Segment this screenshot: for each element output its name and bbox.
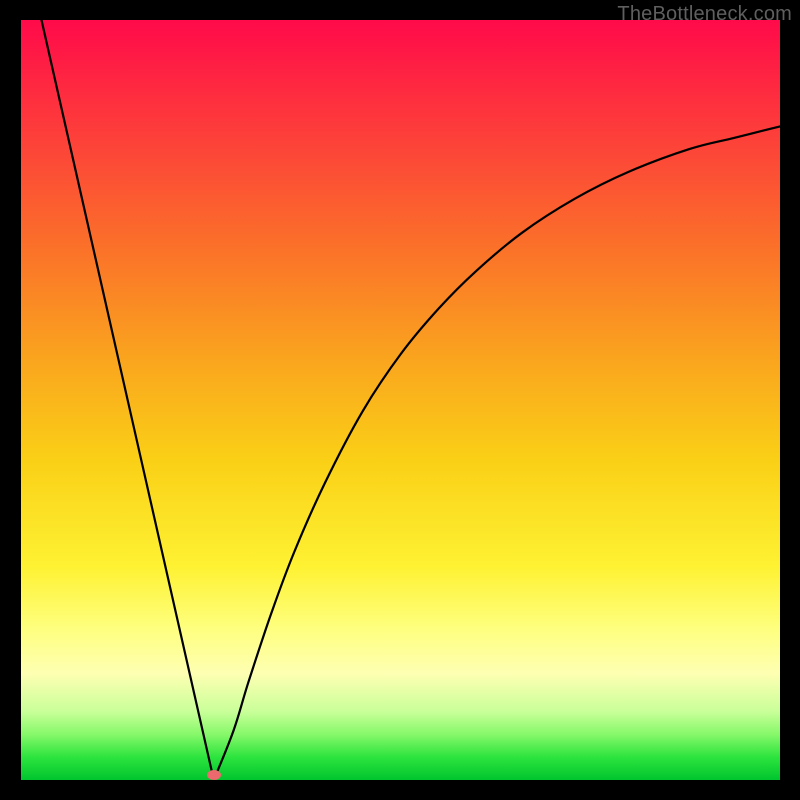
min-marker xyxy=(207,770,221,780)
watermark-text: TheBottleneck.com xyxy=(617,3,792,26)
plot-area xyxy=(21,20,780,780)
curve-layer xyxy=(21,20,780,780)
chart-container: TheBottleneck.com xyxy=(0,0,800,800)
